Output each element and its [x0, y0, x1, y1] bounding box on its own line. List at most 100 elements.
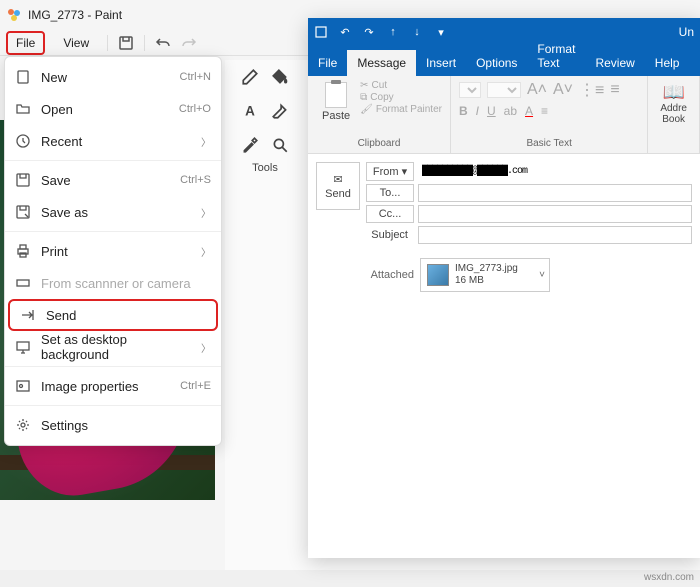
menu-open-label: Open	[41, 102, 169, 117]
menu-file[interactable]: File	[6, 31, 45, 55]
bullets-icon[interactable]: ⋮≡	[579, 80, 604, 100]
align-left-icon[interactable]: ≡	[541, 104, 548, 118]
chevron-right-icon: 〉	[201, 205, 211, 220]
clock-icon	[15, 133, 31, 149]
separator	[5, 405, 221, 406]
addr-label-1: Addre	[660, 103, 687, 114]
menu-save-as-label: Save as	[41, 205, 191, 220]
highlight-icon[interactable]: ab	[504, 104, 517, 118]
menu-properties[interactable]: Image properties Ctrl+E	[5, 370, 221, 402]
tab-format-text[interactable]: Format Text	[527, 36, 585, 76]
numbering-icon[interactable]: ≡	[610, 81, 619, 99]
menu-scanner-label: From scannner or camera	[41, 276, 211, 291]
menu-print[interactable]: Print 〉	[5, 235, 221, 267]
new-doc-icon	[15, 69, 31, 85]
increase-font-icon[interactable]: A˄	[527, 81, 547, 99]
address-book-button[interactable]: 📖 Addre Book	[656, 80, 691, 127]
cc-button[interactable]: Cc...	[366, 205, 414, 223]
svg-text:A: A	[245, 104, 255, 119]
italic-button[interactable]: I	[476, 104, 479, 118]
outlook-tabs: File Message Insert Options Format Text …	[308, 46, 700, 76]
from-row: From ▾ ██████████@██████.com	[366, 162, 692, 181]
tab-options[interactable]: Options	[466, 50, 527, 76]
copy-label: Copy	[370, 92, 393, 103]
tell-me[interactable]: 💡 Tell m	[689, 36, 700, 76]
eyedropper-icon[interactable]	[241, 136, 259, 154]
tab-file[interactable]: File	[308, 50, 347, 76]
shortcut: Ctrl+N	[180, 71, 211, 83]
ribbon-names-group: 📖 Addre Book	[648, 76, 700, 153]
tab-insert[interactable]: Insert	[416, 50, 466, 76]
gear-icon	[15, 417, 31, 433]
zoom-icon[interactable]	[271, 136, 289, 154]
qat-undo-icon[interactable]: ↶	[338, 25, 352, 39]
tab-help[interactable]: Help	[645, 50, 690, 76]
separator	[5, 231, 221, 232]
to-button[interactable]: To...	[366, 184, 414, 202]
menu-settings[interactable]: Settings	[5, 409, 221, 441]
menu-new-label: New	[41, 70, 170, 85]
cut-icon: ✂	[360, 80, 368, 91]
copy-button[interactable]: ⧉Copy	[360, 92, 442, 103]
menu-recent-label: Recent	[41, 134, 191, 149]
to-row: To...	[366, 184, 692, 202]
qat-save-icon[interactable]	[314, 25, 328, 39]
send-button[interactable]: ✉ Send	[316, 162, 360, 210]
cc-input[interactable]	[418, 205, 692, 223]
menu-send[interactable]: Send	[8, 299, 218, 331]
print-icon	[15, 243, 31, 259]
format-painter-button[interactable]: 🖌Format Painter	[360, 104, 442, 115]
paste-button[interactable]: Paste	[316, 80, 356, 124]
ribbon-clipboard-group: Paste ✂Cut ⧉Copy 🖌Format Painter Clipboa…	[308, 76, 451, 153]
attachment-row: Attached IMG_2773.jpg 16 MB ˅	[308, 252, 700, 298]
qat-up-icon[interactable]: ↑	[386, 25, 400, 39]
decrease-font-icon[interactable]: A˅	[553, 81, 573, 99]
menu-new[interactable]: New Ctrl+N	[5, 61, 221, 93]
redo-icon[interactable]	[181, 35, 197, 51]
cc-row: Cc...	[366, 205, 692, 223]
text-icon[interactable]: A	[241, 102, 259, 120]
save-icon[interactable]	[118, 35, 134, 51]
menu-save[interactable]: Save Ctrl+S	[5, 164, 221, 196]
brush-icon: 🖌	[360, 104, 373, 115]
subject-label: Subject	[366, 227, 414, 243]
paint-title: IMG_2773 - Paint	[28, 8, 122, 22]
menu-open[interactable]: Open Ctrl+O	[5, 93, 221, 125]
ribbon-basic-text-group: A˄ A˅ ⋮≡ ≡ B I U ab A ≡ Basic Text	[451, 76, 648, 153]
qat-redo-icon[interactable]: ↷	[362, 25, 376, 39]
menu-settings-label: Settings	[41, 418, 211, 433]
save-icon	[15, 172, 31, 188]
qat-down-icon[interactable]: ↓	[410, 25, 424, 39]
font-size-select[interactable]	[487, 82, 521, 98]
outlook-titlebar: ↶ ↷ ↑ ↓ ▾ Un	[308, 18, 700, 46]
tab-message[interactable]: Message	[347, 50, 416, 76]
eraser-icon[interactable]	[271, 102, 289, 120]
subject-row: Subject	[366, 226, 692, 244]
font-family-select[interactable]	[459, 82, 481, 98]
pencil-icon[interactable]	[241, 68, 259, 86]
from-button[interactable]: From ▾	[366, 162, 414, 181]
cut-button[interactable]: ✂Cut	[360, 80, 442, 91]
save-as-icon	[15, 204, 31, 220]
menu-view[interactable]: View	[55, 33, 97, 53]
font-color-icon[interactable]: A	[525, 104, 533, 118]
shortcut: Ctrl+O	[179, 103, 211, 115]
fill-icon[interactable]	[271, 68, 289, 86]
qat-more-icon[interactable]: ▾	[434, 25, 448, 39]
send-mail-icon: ✉	[333, 173, 342, 186]
attachment-chip[interactable]: IMG_2773.jpg 16 MB ˅	[420, 258, 550, 292]
menu-save-as[interactable]: Save as 〉	[5, 196, 221, 228]
desktop-icon	[15, 339, 31, 355]
to-input[interactable]	[418, 184, 692, 202]
underline-button[interactable]: U	[487, 104, 496, 118]
undo-icon[interactable]	[155, 35, 171, 51]
menu-desktop-bg[interactable]: Set as desktop background 〉	[5, 331, 221, 363]
chevron-right-icon: 〉	[201, 244, 211, 259]
bold-button[interactable]: B	[459, 104, 468, 118]
shortcut: Ctrl+E	[180, 380, 211, 392]
tab-review[interactable]: Review	[585, 50, 644, 76]
image-file-icon	[427, 264, 449, 286]
subject-input[interactable]	[418, 226, 692, 244]
menu-recent[interactable]: Recent 〉	[5, 125, 221, 157]
chevron-down-icon[interactable]: ˅	[539, 270, 545, 281]
